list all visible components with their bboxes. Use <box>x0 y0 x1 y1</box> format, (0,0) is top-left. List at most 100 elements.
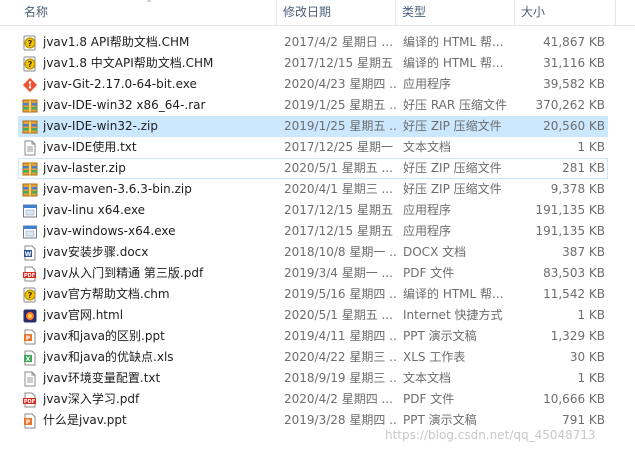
file-size: 387 KB <box>562 245 605 259</box>
html-shortcut-icon <box>22 308 38 324</box>
file-type: 编译的 HTML 帮... <box>403 35 504 49</box>
file-row[interactable]: ? jvav官方帮助文档.chm 2019/5/16 星期四 ... 编译的 HTML… <box>18 284 608 305</box>
file-size: 31,116 KB <box>543 56 605 70</box>
chm-help-icon: ? <box>22 35 38 51</box>
file-name: jvav-maven-3.6.3-bin.zip <box>43 182 192 196</box>
ppt-icon: P <box>22 413 38 429</box>
file-size: 39,582 KB <box>543 77 605 91</box>
archive-icon <box>22 161 38 177</box>
file-date: 2020/5/1 星期五 ... <box>284 161 393 175</box>
pdf-icon: PDF <box>22 392 38 408</box>
file-row[interactable]: jvav-windows-x64.exe 2017/12/15 星期五 ... 应用… <box>18 221 608 242</box>
file-name: jvav-IDE使用.txt <box>43 140 137 154</box>
file-row[interactable]: jvav-IDE-win32 x86_64-.rar 2019/1/25 星期五 … <box>18 95 608 116</box>
file-row[interactable]: jvav-maven-3.6.3-bin.zip 2020/4/1 星期三 ...… <box>18 179 608 200</box>
file-name: Jvav从入门到精通 第三版.pdf <box>43 266 204 280</box>
file-size: 1,329 KB <box>550 329 605 343</box>
word-doc-icon: W <box>22 245 38 261</box>
file-name: jvav-linu x64.exe <box>43 203 146 217</box>
file-row[interactable]: jvav-IDE使用.txt 2017/12/25 星期一 ... 文本文档 1 KB <box>18 137 608 158</box>
file-size: 9,378 KB <box>550 182 605 196</box>
file-date: 2019/3/4 星期一 ... <box>284 266 393 280</box>
text-file-icon <box>22 140 38 156</box>
git-exe-icon <box>22 77 38 93</box>
file-type: 好压 RAR 压缩文件 <box>403 98 508 112</box>
file-row[interactable]: Wjvav安装步骤.docx 2018/10/8 星期一 ... DOCX 文档 38… <box>18 242 608 263</box>
file-size: 1 KB <box>577 371 605 385</box>
file-row[interactable]: PDF jvav深入学习.pdf 2020/4/2 星期四 ... PDF 文件 10,… <box>18 389 608 410</box>
svg-text:X: X <box>26 356 31 363</box>
file-type: Internet 快捷方式 <box>403 308 503 322</box>
file-size: 83,503 KB <box>543 266 605 280</box>
svg-text:PDF: PDF <box>24 273 35 279</box>
file-name: jvav-Git-2.17.0-64-bit.exe <box>43 77 197 91</box>
sort-chevron-icon: ⌃ <box>145 0 153 8</box>
file-row[interactable]: jvav-linu x64.exe 2017/12/15 星期五 ... 应用程序 1… <box>18 200 608 221</box>
file-date: 2020/4/23 星期四 ... <box>284 77 396 91</box>
file-row[interactable]: jvav-IDE-win32-.zip 2019/1/25 星期五 ... 好压 Z… <box>18 116 608 137</box>
svg-text:P: P <box>26 419 31 426</box>
file-name: jvav深入学习.pdf <box>43 392 140 406</box>
file-date: 2018/9/19 星期三 ... <box>284 371 396 385</box>
file-name: jvav官网.html <box>43 308 124 322</box>
file-size: 30 KB <box>569 350 605 364</box>
file-size: 10,666 KB <box>543 392 605 406</box>
chm-help-icon: ? <box>22 287 38 303</box>
archive-icon <box>22 119 38 135</box>
file-row[interactable]: jvav官网.html 2020/5/1 星期五 ... Internet 快捷方式… <box>18 305 608 326</box>
file-row[interactable]: jvav-Git-2.17.0-64-bit.exe 2020/4/23 星期四 … <box>18 74 608 95</box>
text-file-icon <box>22 371 38 387</box>
file-date: 2019/1/25 星期五 ... <box>284 119 396 133</box>
file-date: 2020/4/22 星期三 ... <box>284 350 396 364</box>
file-date: 2019/4/11 星期四 ... <box>284 329 396 343</box>
column-header-date[interactable]: 修改日期 <box>277 0 395 25</box>
svg-text:P: P <box>26 335 31 342</box>
file-name: jvav安装步骤.docx <box>43 245 149 259</box>
file-date: 2017/4/2 星期日 ... <box>284 35 393 49</box>
file-date: 2019/5/16 星期四 ... <box>284 287 396 301</box>
file-type: 好压 ZIP 压缩文件 <box>403 161 502 175</box>
chm-help-icon: ? <box>22 56 38 72</box>
file-type: 应用程序 <box>403 203 452 217</box>
exe-icon <box>22 224 38 240</box>
file-size: 370,262 KB <box>535 98 605 112</box>
file-type: XLS 工作表 <box>403 350 466 364</box>
file-row[interactable]: Pjvav和java的区别.ppt 2019/4/11 星期四 ... PPT 演示… <box>18 326 608 347</box>
file-type: DOCX 文档 <box>403 245 467 259</box>
file-name: jvav-IDE-win32-.zip <box>43 119 159 133</box>
file-name: jvav官方帮助文档.chm <box>43 287 170 301</box>
file-date: 2017/12/25 星期一 ... <box>284 140 396 154</box>
file-type: 编译的 HTML 帮... <box>403 287 504 301</box>
file-size: 1 KB <box>577 140 605 154</box>
file-name: jvav1.8 API帮助文档.CHM <box>43 35 190 49</box>
file-size: 20,560 KB <box>543 119 605 133</box>
svg-text:PDF: PDF <box>24 399 35 405</box>
file-date: 2018/10/8 星期一 ... <box>284 245 396 259</box>
file-type: 好压 ZIP 压缩文件 <box>403 182 502 196</box>
exe-icon <box>22 203 38 219</box>
file-type: 文本文档 <box>403 371 452 385</box>
pdf-icon: PDF <box>22 266 38 282</box>
column-header-type[interactable]: 类型 <box>396 0 514 25</box>
file-name: jvav1.8 中文API帮助文档.CHM <box>43 56 214 70</box>
file-type: PDF 文件 <box>403 266 455 280</box>
column-header-size[interactable]: 大小 <box>515 0 615 25</box>
file-type: 好压 ZIP 压缩文件 <box>403 119 502 133</box>
file-size: 191,135 KB <box>535 203 605 217</box>
file-type: PDF 文件 <box>403 392 455 406</box>
file-row[interactable]: ? jvav1.8 API帮助文档.CHM 2017/4/2 星期日 ... 编译的 … <box>18 32 608 53</box>
file-row[interactable]: PDF Jvav从入门到精通 第三版.pdf 2019/3/4 星期一 ... PDF… <box>18 263 608 284</box>
column-divider[interactable] <box>615 0 616 25</box>
file-row[interactable]: ? jvav1.8 中文API帮助文档.CHM 2017/12/15 星期五 ...… <box>18 53 608 74</box>
file-size: 11,542 KB <box>543 287 605 301</box>
file-type: 应用程序 <box>403 77 452 91</box>
file-date: 2017/12/15 星期五 ... <box>284 224 396 238</box>
watermark: https://blog.csdn.net/qq_45048713 <box>385 428 596 442</box>
file-row[interactable]: Xjvav和java的优缺点.xls 2020/4/22 星期三 ... XLS 工… <box>18 347 608 368</box>
file-row[interactable]: jvav-laster.zip 2020/5/1 星期五 ... 好压 ZIP 压缩… <box>18 158 608 179</box>
file-size: 1 KB <box>577 308 605 322</box>
archive-icon <box>22 182 38 198</box>
file-row[interactable]: jvav环境变量配置.txt 2018/9/19 星期三 ... 文本文档 1 KB <box>18 368 608 389</box>
file-name: 什么是jvav.ppt <box>43 413 127 427</box>
archive-icon <box>22 98 38 114</box>
